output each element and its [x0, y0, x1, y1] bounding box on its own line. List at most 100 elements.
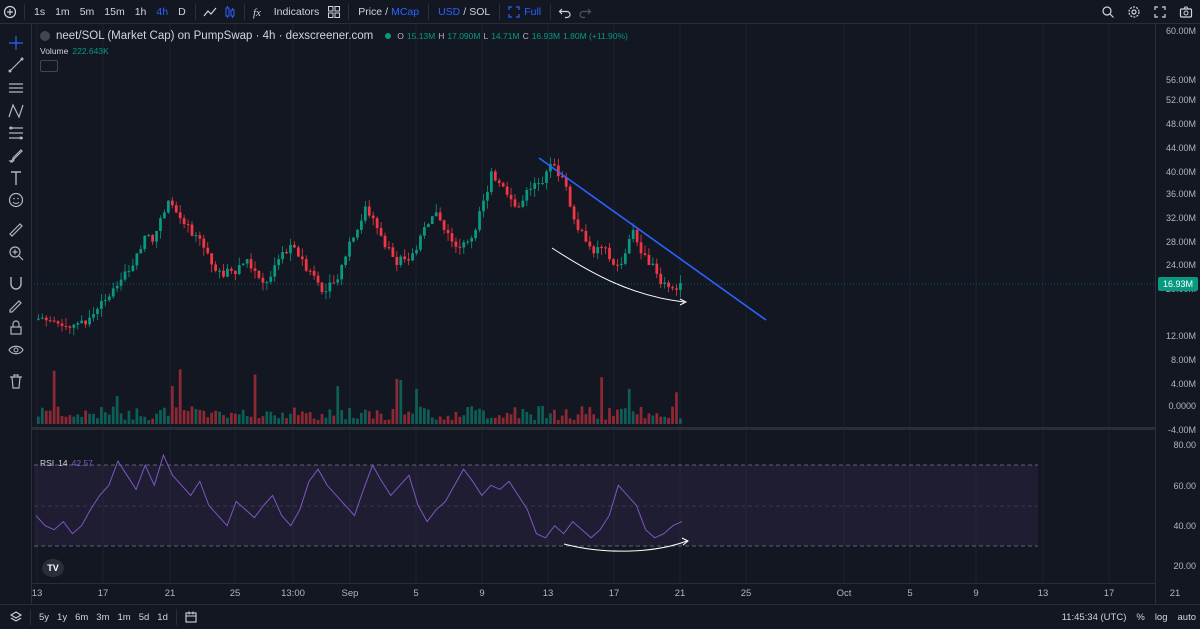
trend-line-icon[interactable] — [7, 56, 25, 74]
range-6m[interactable]: 6m — [71, 612, 92, 623]
candle-body — [482, 200, 485, 212]
interval-15m[interactable]: 15m — [99, 0, 129, 24]
candle-body — [592, 246, 596, 254]
volume-bar — [619, 408, 623, 424]
zoom-in-icon[interactable] — [7, 244, 25, 262]
volume-bar — [517, 418, 521, 424]
volume-bar — [667, 418, 670, 424]
interval-1m[interactable]: 1m — [50, 0, 75, 24]
emoji-icon[interactable] — [7, 191, 25, 209]
price-axis[interactable]: 60.00M 56.00M 52.00M 48.00M 44.00M 40.00… — [1155, 24, 1200, 604]
add-symbol-icon[interactable] — [0, 2, 20, 22]
text-icon[interactable] — [7, 169, 25, 187]
range-5d[interactable]: 5d — [135, 612, 154, 623]
candle-body — [486, 191, 489, 201]
chart-type-icon[interactable] — [200, 2, 220, 22]
volume-bar — [588, 407, 592, 424]
range-1d[interactable]: 1d — [153, 612, 172, 623]
toolbar-divider — [30, 609, 31, 625]
toolbar-divider — [499, 3, 501, 20]
candle-body — [159, 218, 162, 231]
volume-bar — [580, 406, 584, 424]
fullscreen-icon[interactable] — [504, 2, 524, 22]
candles-icon[interactable] — [220, 2, 240, 22]
bottom-right: 11:45:34 (UTC) % log auto — [1062, 605, 1196, 629]
volume-bar — [119, 413, 123, 424]
candle-body — [115, 285, 119, 289]
indicators-button[interactable]: Indicators — [269, 0, 325, 24]
settings-gear-icon[interactable] — [1124, 2, 1144, 22]
volume-bar — [76, 414, 80, 424]
eye-icon[interactable] — [7, 341, 25, 359]
candle-body — [371, 215, 375, 219]
price-chart-canvas[interactable] — [32, 24, 1155, 583]
interval-4h[interactable]: 4h — [151, 0, 173, 24]
candle-body — [383, 235, 387, 248]
interval-5m[interactable]: 5m — [75, 0, 100, 24]
volume-bar — [442, 419, 446, 424]
log-toggle[interactable]: log — [1155, 612, 1168, 623]
volume-bar — [564, 409, 568, 424]
brush-icon[interactable] — [7, 146, 25, 164]
tradingview-logo[interactable]: TV — [42, 559, 64, 577]
usd-toggle[interactable]: USD — [433, 0, 462, 24]
lock-icon[interactable] — [7, 319, 25, 337]
collapse-legend-button[interactable] — [40, 60, 58, 72]
candle-body — [545, 171, 548, 183]
interval-1s[interactable]: 1s — [29, 0, 50, 24]
camera-icon[interactable] — [1176, 2, 1196, 22]
candle-body — [281, 252, 284, 260]
crosshair-icon[interactable] — [7, 34, 25, 52]
layers-icon[interactable] — [6, 607, 26, 627]
snapshot-search-icon[interactable] — [1098, 2, 1118, 22]
x-tick: 17 — [1103, 588, 1115, 599]
range-1m[interactable]: 1m — [114, 612, 135, 623]
candle-body — [135, 253, 139, 266]
volume-bar — [324, 417, 328, 424]
redo-icon[interactable] — [575, 2, 595, 22]
candle-body — [300, 256, 304, 260]
range-5y[interactable]: 5y — [35, 612, 53, 623]
y-tick: 48.00M — [1165, 119, 1196, 129]
rsi-legend: RSI 14 42.57 — [40, 458, 93, 468]
interval-1h[interactable]: 1h — [130, 0, 152, 24]
candle-body — [446, 229, 450, 234]
indicators-icon[interactable]: fx — [249, 2, 269, 22]
auto-toggle[interactable]: auto — [1178, 612, 1197, 623]
interval-d[interactable]: D — [173, 0, 191, 24]
expand-icon[interactable] — [1150, 2, 1170, 22]
horizontal-lines-icon[interactable] — [7, 79, 25, 97]
candle-body — [151, 234, 154, 242]
fib-icon[interactable] — [7, 124, 25, 142]
rsi-label: RSI — [40, 458, 55, 468]
mcap-toggle[interactable]: MCap — [389, 0, 424, 24]
layout-grid-icon[interactable] — [324, 2, 344, 22]
candle-body — [537, 183, 540, 185]
price-toggle[interactable]: Price — [353, 0, 384, 24]
volume-bar — [482, 410, 485, 424]
rsi-y-tick: 60.00 — [1173, 481, 1196, 491]
time-axis[interactable]: 13 17 21 25 13:00 Sep 5 9 13 17 21 25 Oc… — [32, 583, 1180, 603]
percent-toggle[interactable]: % — [1136, 612, 1144, 623]
toolbar-divider — [348, 3, 350, 20]
magnet-icon[interactable] — [7, 274, 25, 292]
candle-body — [233, 270, 237, 275]
range-1y[interactable]: 1y — [53, 612, 71, 623]
volume-bar — [438, 416, 442, 424]
full-button[interactable]: Full — [524, 0, 546, 24]
ruler-icon[interactable] — [7, 221, 25, 239]
volume-bar — [454, 411, 458, 424]
undo-icon[interactable] — [555, 2, 575, 22]
candle-body — [88, 317, 91, 325]
range-3m[interactable]: 3m — [92, 612, 113, 623]
clock-time[interactable]: 11:45:34 (UTC) — [1062, 612, 1127, 623]
lock-pencil-icon[interactable] — [7, 296, 25, 314]
calendar-icon[interactable] — [181, 607, 201, 627]
pattern-icon[interactable] — [7, 102, 25, 120]
trash-icon[interactable] — [7, 372, 25, 390]
volume-bar — [147, 419, 151, 424]
pane-separator[interactable] — [32, 427, 1155, 430]
volume-bar — [40, 407, 44, 424]
sol-toggle[interactable]: SOL — [467, 0, 495, 24]
candle-body — [521, 200, 525, 207]
